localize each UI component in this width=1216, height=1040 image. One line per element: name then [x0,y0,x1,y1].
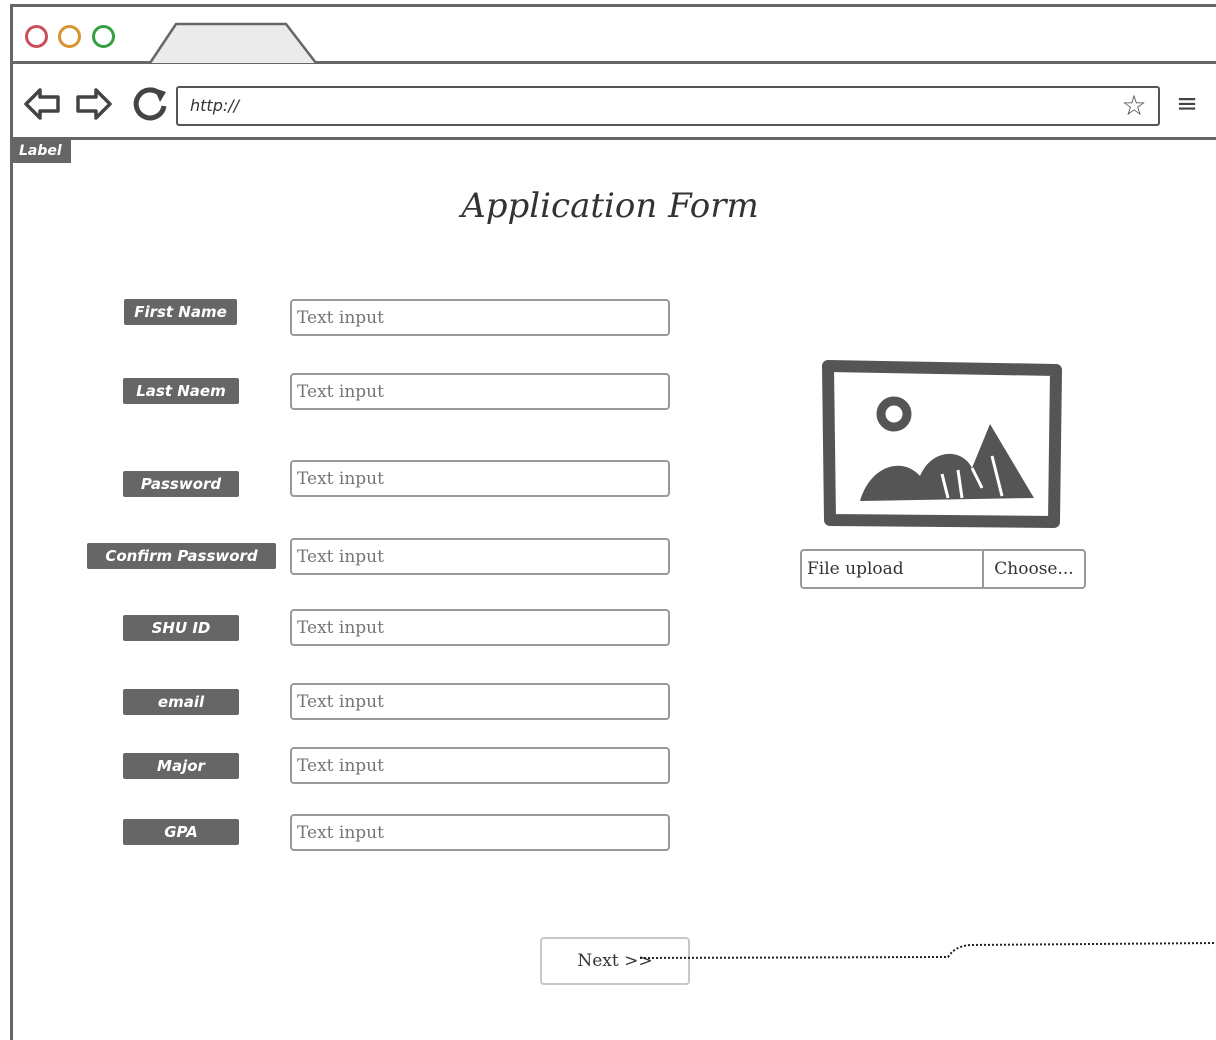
url-text: http:// [190,96,240,115]
gpa-label: GPA [123,819,239,845]
link-connector [640,942,1216,959]
star-icon[interactable]: ☆ [1118,91,1150,123]
toolbar-divider [10,137,1216,140]
reload-icon[interactable] [130,84,170,124]
back-arrow-icon[interactable] [22,84,62,124]
maximize-window-button[interactable] [92,25,115,48]
confirm-password-input[interactable] [290,538,670,575]
close-window-button[interactable] [25,25,48,48]
major-label: Major [123,753,239,779]
confirm-password-label: Confirm Password [87,543,276,569]
password-input[interactable] [290,460,670,497]
image-placeholder-icon [822,360,1062,528]
forward-arrow-icon[interactable] [74,84,114,124]
gpa-input[interactable] [290,814,670,851]
address-bar[interactable]: http:// ☆ [176,86,1160,126]
last-name-label: Last Naem [123,378,239,404]
corner-label: Label [11,140,71,163]
browser-tab[interactable] [148,22,318,64]
email-label: email [123,689,239,715]
choose-file-button[interactable]: Choose... [984,551,1084,587]
hamburger-menu-icon[interactable]: ≡ [1172,90,1202,120]
shu-id-input[interactable] [290,609,670,646]
password-label: Password [123,471,239,497]
shu-id-label: SHU ID [123,615,239,641]
major-input[interactable] [290,747,670,784]
file-upload-field[interactable]: File upload Choose... [800,549,1086,589]
file-upload-text: File upload [802,551,984,587]
email-input[interactable] [290,683,670,720]
last-name-input[interactable] [290,373,670,410]
page-title: Application Form [461,186,759,226]
first-name-label: First Name [124,299,237,325]
first-name-input[interactable] [290,299,670,336]
minimize-window-button[interactable] [58,25,81,48]
